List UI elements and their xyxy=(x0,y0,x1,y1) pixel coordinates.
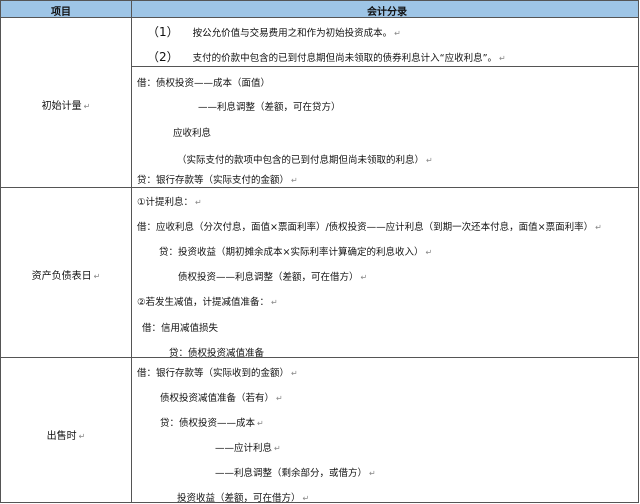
entry-line: ①计提利息： ↵ xyxy=(137,197,202,208)
row-divider xyxy=(1,187,638,188)
table-header: 项目 会计分录 xyxy=(1,1,638,18)
header-item: 项目 xyxy=(51,7,71,18)
accounting-table: 项目 会计分录 初始计量 ↵ （1） 按公允价值与交易费用之和作为初始投资成本。 ↵ … xyxy=(0,0,639,504)
entry-line: ——应计利息 ↵ xyxy=(215,443,281,454)
row-name-balance-sheet-date: 资产负债表日 ↵ xyxy=(31,271,101,282)
intro-line-1: （1） 按公允价值与交易费用之和作为初始投资成本。 ↵ xyxy=(147,25,401,39)
entry-line: ——利息调整（差额，可在贷方） xyxy=(198,102,341,113)
entry-line: 债权投资——利息调整（差额，可在借方） ↵ xyxy=(178,272,368,283)
entry-line: 投资收益（差额，可在借方） ↵ xyxy=(177,493,310,504)
entry-line: 借：应收利息（分次付息，面值×票面利率）/债权投资——应计利息（到期一次还本付息… xyxy=(137,222,602,233)
entry-line: 借：银行存款等（实际收到的金额） ↵ xyxy=(137,368,298,379)
entry-line: （实际支付的款项中包含的已到付息期但尚未领取的利息） ↵ xyxy=(177,155,433,166)
entry-line: 贷：投资收益（期初摊余成本×实际利率计算确定的利息收入） ↵ xyxy=(159,247,433,258)
column-divider xyxy=(131,1,132,502)
entry-line: 贷：银行存款等（实际支付的金额） ↵ xyxy=(137,175,298,186)
entry-line: ——利息调整（剩余部分，或借方） ↵ xyxy=(215,468,376,479)
intro-line-2: （2） 支付的价款中包含的已到付息期但尚未领取的债券利息计入“应收利息”。 ↵ xyxy=(147,50,506,64)
entry-line: 借：债权投资——成本（面值） xyxy=(137,78,271,89)
entry-line: 借：信用减值损失 xyxy=(142,323,219,334)
row-name-disposal: 出售时 ↵ xyxy=(46,431,86,442)
entry-line: ②若发生减值，计提减值准备： ↵ xyxy=(137,297,278,308)
entry-line: 贷：债权投资——成本 ↵ xyxy=(160,418,264,429)
entry-line: 债权投资减值准备（若有） ↵ xyxy=(160,393,283,404)
entry-line: 应收利息 xyxy=(173,128,212,139)
row-divider xyxy=(1,357,638,358)
row-divider xyxy=(131,66,638,67)
header-entries: 会计分录 xyxy=(367,7,407,18)
row-name-initial: 初始计量 ↵ xyxy=(41,101,91,112)
